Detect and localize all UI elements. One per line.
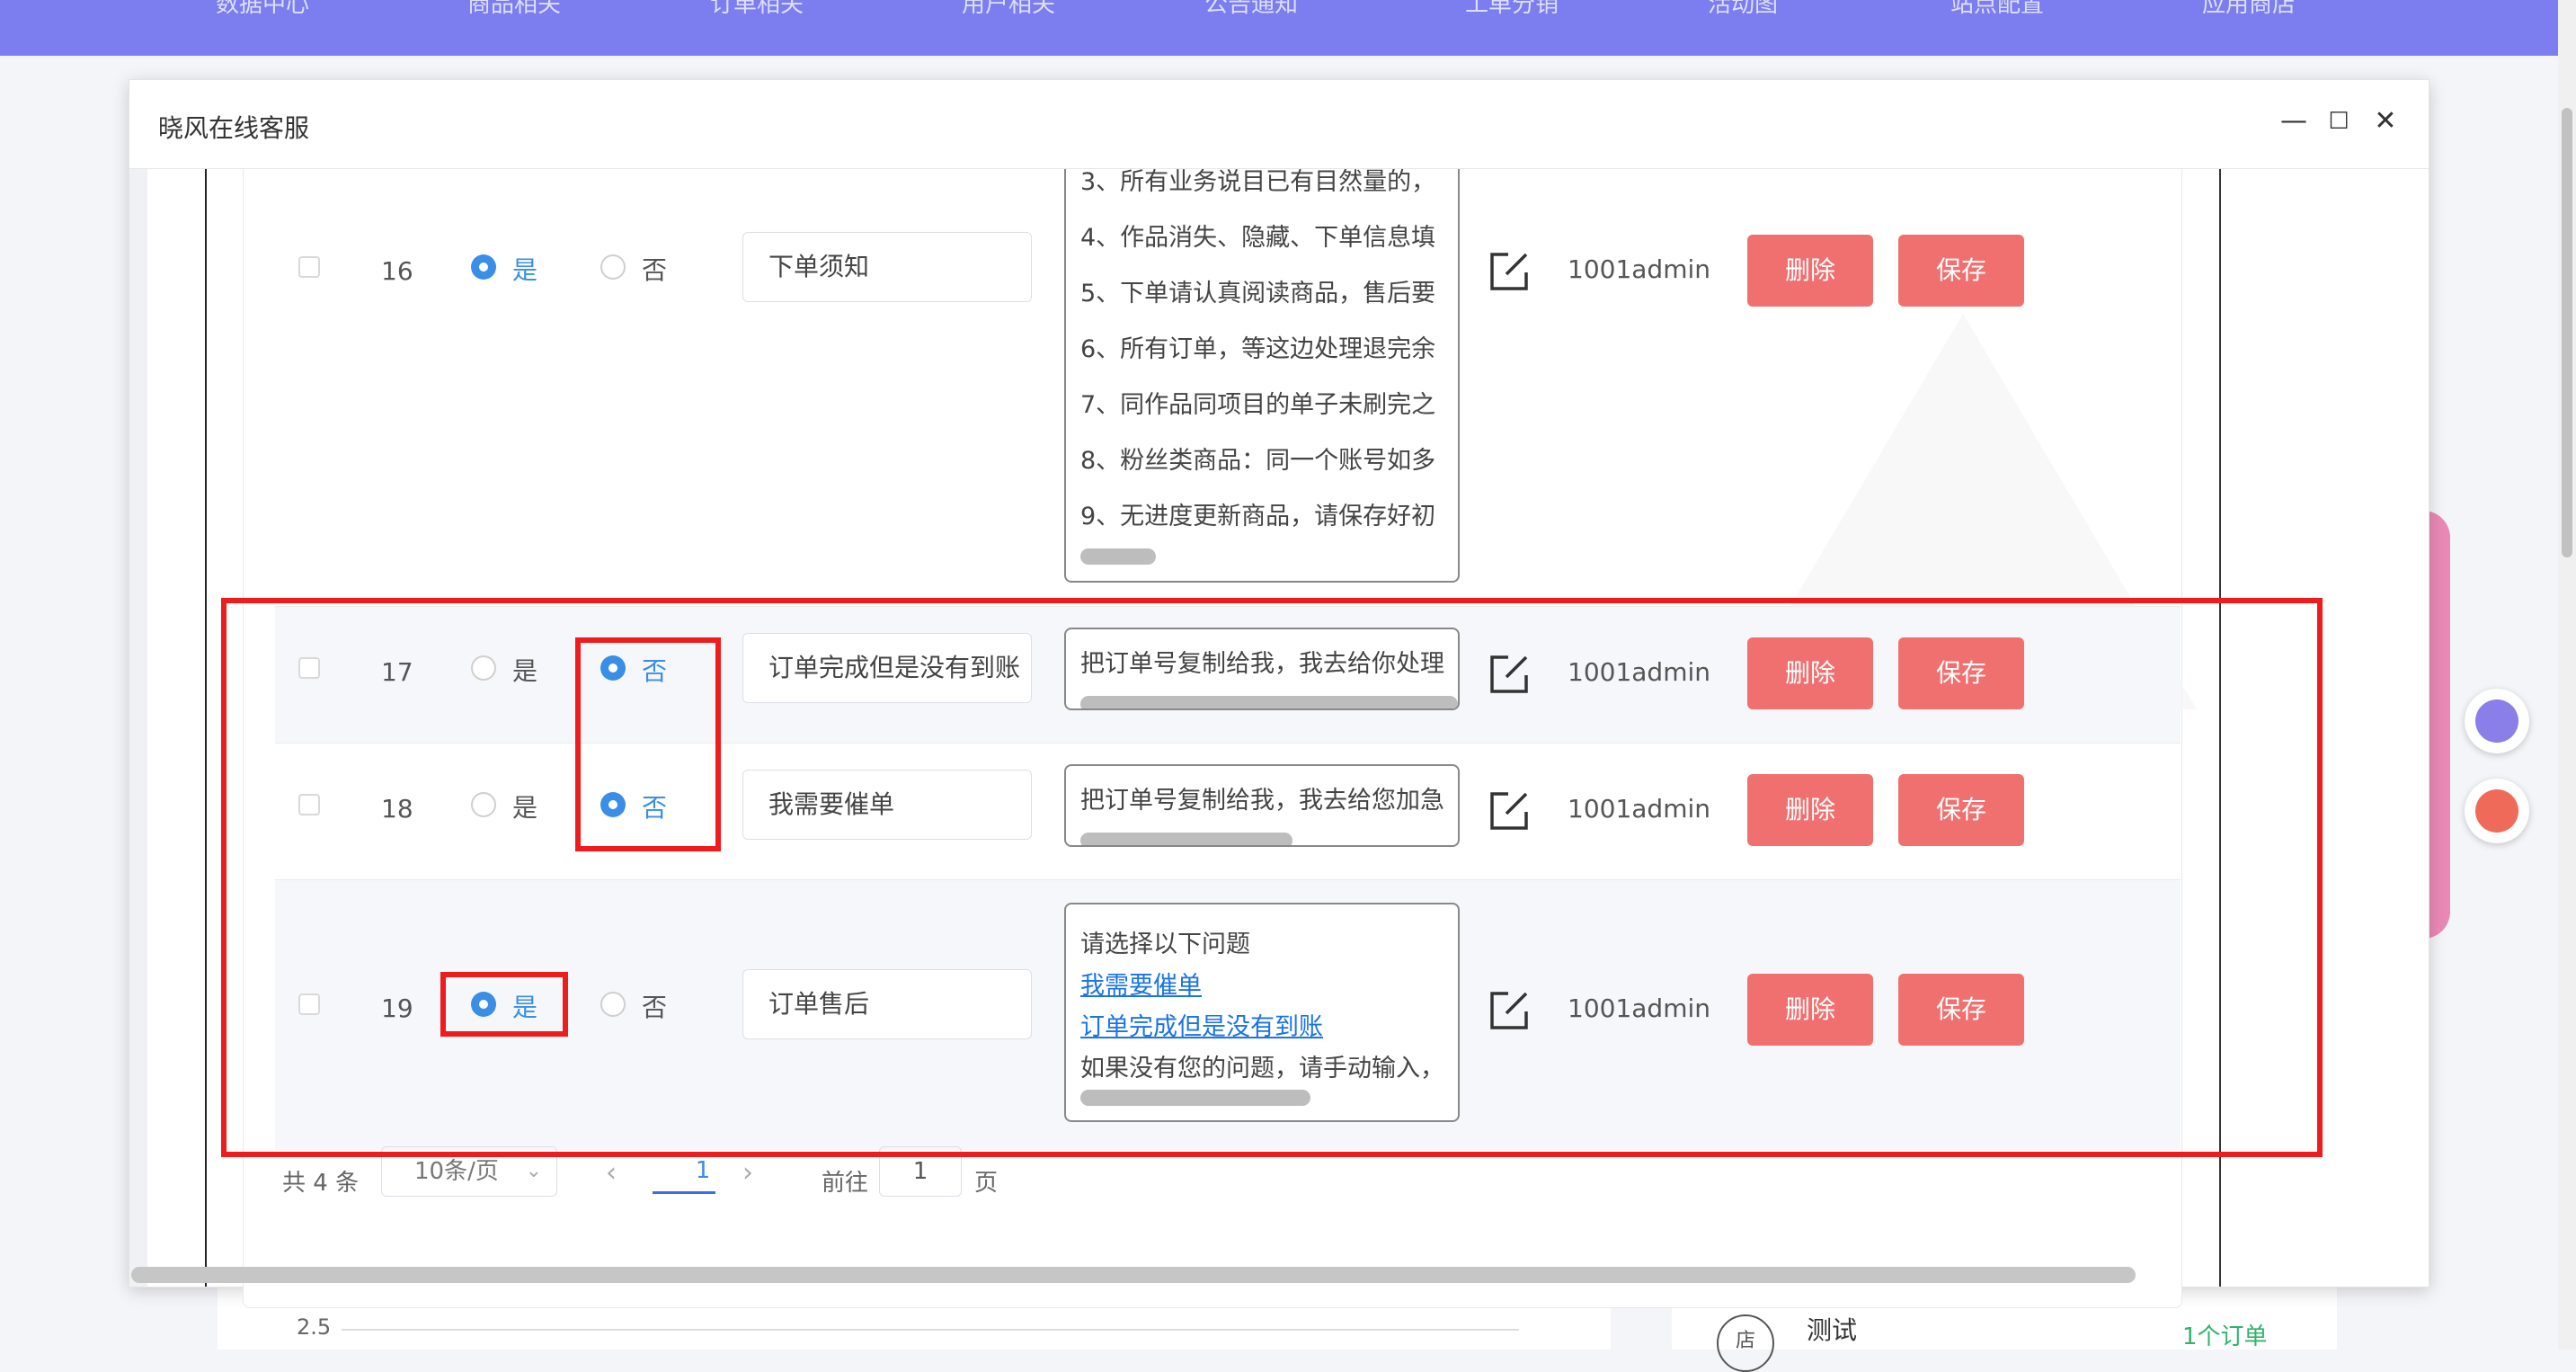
reply-line: 8、粉丝类商品：同一个账号如多 (1080, 447, 1436, 475)
nav-item-appstore[interactable]: 应用商店 (2202, 0, 2296, 19)
dialog-horizontal-scrollbar[interactable] (131, 1267, 2136, 1283)
reply-line: 3、所有业务说目已有目然量的， (1080, 169, 1436, 196)
nav-item-data[interactable]: 数据中心 (216, 0, 309, 19)
nav-item-orders[interactable]: 订单相关 (710, 0, 804, 19)
reply-line: 9、无进度更新商品，请保存好初 (1080, 503, 1436, 530)
bg-chart-axis (342, 1329, 1519, 1331)
reply-line: 6、所有订单，等这边处理退完余 (1080, 335, 1436, 363)
pagination-total: 共 4 条 (282, 1170, 360, 1197)
box-float-button[interactable] (2465, 779, 2529, 843)
goto-label: 前往 (822, 1170, 869, 1197)
delete-button[interactable]: 删除 (1747, 235, 1873, 307)
row-user: 1001admin (1568, 254, 1710, 284)
radio-no-label: 否 (642, 255, 668, 285)
shop-icon: 店 (1717, 1314, 1774, 1372)
store-icon (2475, 699, 2518, 743)
box-icon (2475, 789, 2518, 833)
goto-suffix: 页 (974, 1170, 999, 1197)
radio-yes-label: 是 (512, 255, 538, 285)
row-id: 16 (381, 256, 413, 286)
reply-scrollbar[interactable] (1080, 548, 1156, 565)
store-float-button[interactable] (2465, 689, 2529, 753)
reply-line: 5、下单请认真阅读商品，售后要 (1080, 280, 1436, 307)
top-nav: 数据中心 商品相关 订单相关 用户相关 公告通知 工单分销 活动图 站点配置 应… (0, 0, 2558, 56)
nav-item-users[interactable]: 用户相关 (962, 0, 1055, 19)
nav-item-activity[interactable]: 活动图 (1708, 0, 1778, 19)
dialog-title: 晓风在线客服 (158, 113, 310, 143)
row-checkbox[interactable] (298, 256, 320, 278)
nav-item-notice[interactable]: 公告通知 (1204, 0, 1298, 19)
prev-page-button[interactable]: ‹ (606, 1157, 617, 1189)
nav-item-ticket[interactable]: 工单分销 (1465, 0, 1559, 19)
bg-list-item-label: 测试 (1807, 1315, 1858, 1345)
current-page-underline (653, 1191, 715, 1194)
content-border-left (205, 169, 207, 1287)
dialog-gutter (129, 169, 147, 1287)
page-scrollbar-thumb[interactable] (2562, 108, 2572, 557)
customer-service-dialog: 晓风在线客服 — ☐ ✕ 16 是 否 下单须知 3、所有业务说目已有目然量的，… (129, 79, 2429, 1308)
radio-yes[interactable] (471, 254, 496, 280)
annotation-no-radio-box (575, 637, 721, 851)
bg-chart-tick: 2.5 (297, 1314, 332, 1340)
reply-textarea[interactable]: 3、所有业务说目已有目然量的， 4、作品消失、隐藏、下单信息填 5、下单请认真阅… (1064, 169, 1460, 583)
edit-icon[interactable] (1487, 249, 1532, 294)
reply-line: 4、作品消失、隐藏、下单信息填 (1080, 224, 1436, 252)
maximize-icon[interactable]: ☐ (2319, 102, 2358, 141)
annotation-rows-box (221, 598, 2323, 1157)
close-icon[interactable]: ✕ (2366, 102, 2405, 141)
radio-no[interactable] (600, 254, 626, 280)
reply-line: 7、同作品同项目的单子未刷完之 (1080, 391, 1436, 419)
nav-item-site[interactable]: 站点配置 (1950, 0, 2044, 19)
page-scrollbar[interactable] (2558, 0, 2576, 1350)
question-input[interactable]: 下单须知 (742, 232, 1032, 302)
next-page-button[interactable]: › (742, 1157, 753, 1189)
page-size-value: 10条/页 (414, 1158, 499, 1185)
annotation-yes-radio-box (440, 972, 568, 1037)
nav-item-goods[interactable]: 商品相关 (467, 0, 561, 19)
minimize-icon[interactable]: — (2274, 102, 2314, 141)
bg-order-count: 1个订单 (2182, 1323, 2268, 1350)
save-button[interactable]: 保存 (1898, 235, 2024, 307)
current-page[interactable]: 1 (672, 1157, 733, 1184)
